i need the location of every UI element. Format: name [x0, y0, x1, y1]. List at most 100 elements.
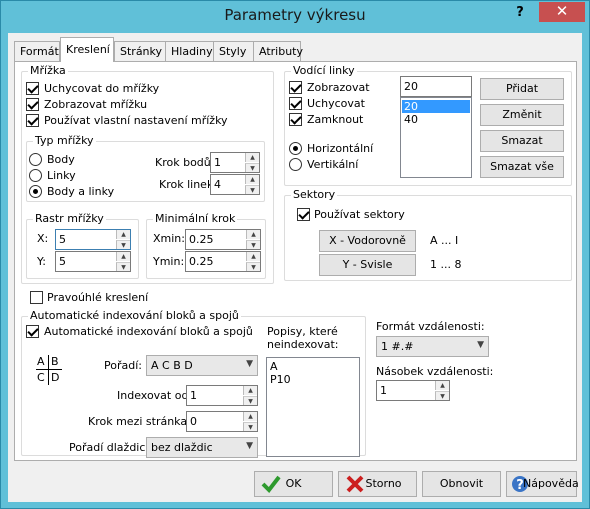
krok-stranky-spinner[interactable]: 0 ▲ ▼ — [186, 411, 258, 432]
window-title: Parametry výkresu — [224, 6, 366, 24]
guides-horiz-radio[interactable] — [289, 142, 302, 155]
list-item[interactable]: A — [270, 360, 278, 373]
spin-down-icon[interactable]: ▼ — [243, 422, 257, 431]
radio-linky-label: Linky — [47, 169, 76, 182]
index-od-spinner[interactable]: 1 ▲ ▼ — [186, 385, 258, 406]
nasobek-label: Násobek vzdálenosti: — [376, 365, 494, 378]
spin-up-icon[interactable]: ▲ — [246, 230, 260, 239]
rastr-x-spinner[interactable]: 5 ▲ ▼ — [55, 229, 131, 250]
x-sector-button[interactable]: X - Vodorovně — [319, 230, 416, 252]
grid-type-group: Typ mřížky Body Linky Body a linky Krok … — [26, 134, 265, 202]
refresh-button[interactable]: Obnovit — [422, 471, 501, 497]
dlazdice-label: Pořadí dlaždic: — [69, 441, 150, 454]
dlazdice-select[interactable]: bez dlaždic ▼ — [146, 437, 258, 458]
minkrok-title: Minimální krok — [153, 212, 238, 225]
show-grid-checkbox[interactable] — [26, 98, 39, 111]
guides-lock-label: Zamknout — [307, 113, 364, 126]
popisy-list[interactable]: A P10 — [266, 357, 360, 457]
radio-body-label: Body — [47, 153, 75, 166]
spin-up-icon[interactable]: ▲ — [246, 252, 260, 261]
krok-linek-spinner[interactable]: 4 ▲ ▼ — [210, 174, 260, 195]
spin-up-icon[interactable]: ▲ — [243, 412, 257, 421]
tab-stranky[interactable]: Stránky — [114, 41, 166, 61]
nasobek-spinner[interactable]: 1 ▲ ▼ — [376, 380, 450, 401]
format-distance-select[interactable]: 1 #.# ▼ — [376, 336, 489, 357]
tab-hladiny[interactable]: Hladiny — [165, 41, 214, 61]
rastr-y-spinner[interactable]: 5 ▲ ▼ — [55, 251, 131, 272]
spin-up-icon[interactable]: ▲ — [245, 153, 259, 162]
title-bar: Parametry výkresu ? ✕ — [1, 1, 589, 33]
spin-down-icon[interactable]: ▼ — [245, 163, 259, 172]
xmin-spinner[interactable]: 0.25 ▲ ▼ — [185, 229, 261, 250]
grid-group: Mřížka Uchycovat do mřížky Zobrazovat mř… — [21, 64, 274, 284]
delete-all-guides-button[interactable]: Smazat vše — [480, 156, 564, 178]
guides-snap-checkbox[interactable] — [289, 97, 302, 110]
krok-bodu-spinner[interactable]: 1 ▲ ▼ — [210, 152, 260, 173]
radio-linky[interactable] — [29, 169, 42, 182]
guide-list-item[interactable]: 20 — [402, 100, 470, 113]
index-od-label: Indexovat od: — [117, 389, 193, 402]
add-guide-button[interactable]: Přidat — [480, 78, 564, 100]
close-button[interactable]: ✕ — [539, 2, 585, 22]
auto-index-group: Automatické indexování bloků a spojů Aut… — [21, 309, 366, 458]
rastr-group: Rastr mřížky X: 5 ▲ ▼ Y: 5 ▲ ▼ — [26, 212, 139, 279]
spin-up-icon[interactable]: ▲ — [116, 230, 130, 239]
guide-list[interactable]: 20 40 — [400, 97, 472, 178]
orthogonal-checkbox[interactable] — [30, 291, 43, 304]
help-title-button[interactable]: ? — [509, 5, 531, 23]
tab-kresleni[interactable]: Kreslení — [60, 37, 114, 62]
spin-down-icon[interactable]: ▼ — [243, 396, 257, 405]
y-sector-button[interactable]: Y - Svisle — [319, 254, 416, 276]
rastr-x-label: X: — [37, 232, 49, 245]
spin-down-icon[interactable]: ▼ — [246, 240, 260, 249]
index-order-icon: A B C D — [36, 355, 62, 385]
poradi-label: Pořadí: — [104, 359, 142, 372]
tab-format[interactable]: Formát — [14, 41, 60, 61]
guides-show-checkbox[interactable] — [289, 81, 302, 94]
sectors-group: Sektory Používat sektory X - Vodorovně A… — [284, 188, 572, 281]
guides-snap-label: Uchycovat — [307, 97, 365, 110]
tab-atributy[interactable]: Atributy — [253, 41, 303, 61]
spin-up-icon[interactable]: ▲ — [243, 386, 257, 395]
guide-value-input[interactable]: 20 — [400, 76, 472, 97]
radio-body[interactable] — [29, 153, 42, 166]
ok-button[interactable]: OK — [254, 471, 333, 497]
spin-down-icon[interactable]: ▼ — [245, 185, 259, 194]
tab-styly[interactable]: Styly — [213, 41, 254, 61]
format-distance-label: Formát vzdálenosti: — [376, 320, 485, 333]
spin-down-icon[interactable]: ▼ — [246, 262, 260, 271]
ymin-spinner[interactable]: 0.25 ▲ ▼ — [185, 251, 261, 272]
auto-index-title: Automatické indexování bloků a spojů — [28, 309, 241, 322]
rastr-title: Rastr mřížky — [33, 212, 106, 225]
spin-down-icon[interactable]: ▼ — [435, 391, 449, 400]
cancel-button[interactable]: Storno — [338, 471, 417, 497]
y-sector-range: 1 ... 8 — [430, 258, 462, 271]
spin-down-icon[interactable]: ▼ — [116, 262, 130, 271]
list-item[interactable]: P10 — [270, 373, 291, 386]
krok-linek-label: Krok linek — [159, 178, 214, 191]
guide-list-item[interactable]: 40 — [404, 113, 418, 126]
spin-up-icon[interactable]: ▲ — [116, 252, 130, 261]
guides-group: Vodící linky Zobrazovat Uchycovat Zamkno… — [284, 64, 572, 186]
use-sectors-checkbox[interactable] — [297, 208, 310, 221]
spin-up-icon[interactable]: ▲ — [435, 381, 449, 390]
grid-type-title: Typ mřížky — [33, 134, 96, 147]
x-sector-range: A ... I — [430, 234, 459, 247]
dialog-window: Parametry výkresu ? ✕ Formát Kreslení St… — [0, 0, 590, 509]
guides-vert-radio[interactable] — [289, 158, 302, 171]
popisy-label: Popisy, které neindexovat: — [267, 325, 339, 351]
delete-guide-button[interactable]: Smazat — [480, 130, 564, 152]
snap-grid-checkbox[interactable] — [26, 82, 39, 95]
krok-bodu-label: Krok bodů — [155, 156, 211, 169]
auto-index-checkbox[interactable] — [26, 325, 39, 338]
poradi-select[interactable]: A C B D ▼ — [146, 355, 258, 376]
help-button[interactable]: ? Nápověda — [506, 471, 579, 497]
chevron-down-icon: ▼ — [477, 340, 484, 350]
spin-up-icon[interactable]: ▲ — [245, 175, 259, 184]
radio-body-a-linky[interactable] — [29, 185, 42, 198]
spin-down-icon[interactable]: ▼ — [116, 240, 130, 249]
guides-lock-checkbox[interactable] — [289, 113, 302, 126]
change-guide-button[interactable]: Změnit — [480, 104, 564, 126]
guides-horiz-label: Horizontální — [307, 142, 374, 155]
own-grid-checkbox[interactable] — [26, 114, 39, 127]
